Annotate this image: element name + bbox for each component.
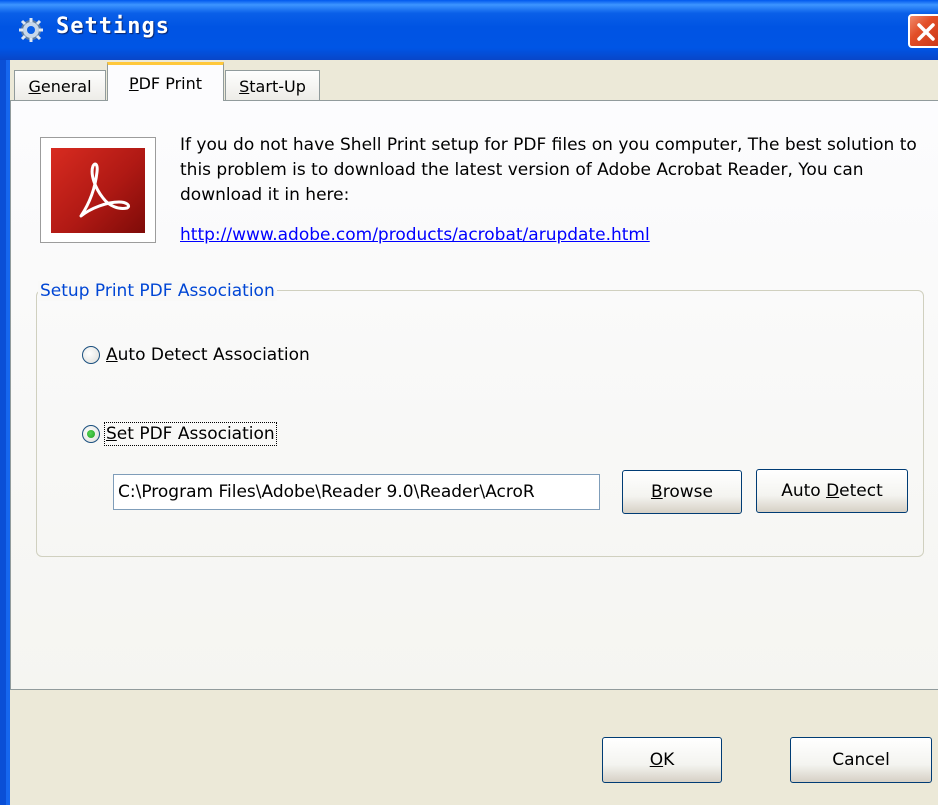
tab-start-up[interactable]: Start-Up: [225, 70, 320, 102]
set-pdf-association-radio[interactable]: Set PDF Association: [82, 422, 277, 446]
auto-detect-button-label: Auto Detect: [781, 481, 883, 501]
radio-button-unchecked[interactable]: [82, 346, 100, 364]
acrobat-swirl-icon: [79, 162, 131, 218]
adobe-download-link[interactable]: http://www.adobe.com/products/acrobat/ar…: [180, 225, 650, 245]
group-label: Setup Print PDF Association: [38, 281, 277, 301]
ok-button[interactable]: OK: [602, 737, 722, 783]
tab-general-label: General: [28, 77, 92, 96]
close-button[interactable]: [908, 14, 938, 48]
browse-button[interactable]: Browse: [622, 470, 742, 514]
intro-text: If you do not have Shell Print setup for…: [180, 135, 917, 205]
settings-app-icon: [19, 18, 43, 42]
auto-detect-association-radio[interactable]: Auto Detect Association: [82, 345, 310, 365]
pdf-logo-frame: [40, 137, 156, 243]
tab-general[interactable]: General: [14, 70, 106, 102]
browse-button-label: Browse: [651, 482, 713, 502]
title-bar[interactable]: Settings: [0, 0, 938, 60]
tab-pdf-print[interactable]: PDF Print: [107, 62, 224, 101]
window-frame: [0, 60, 10, 805]
pdf-reader-path-input[interactable]: [113, 474, 600, 510]
tab-pdf-print-label: PDF Print: [128, 73, 203, 93]
ok-button-label: OK: [649, 750, 675, 770]
auto-detect-association-label: Auto Detect Association: [106, 345, 310, 365]
adobe-pdf-logo: [51, 148, 145, 233]
window-title: Settings: [56, 14, 170, 39]
radio-button-checked[interactable]: [82, 425, 100, 443]
cancel-button-label: Cancel: [832, 750, 890, 770]
set-pdf-association-label: Set PDF Association: [104, 422, 277, 446]
cancel-button[interactable]: Cancel: [790, 737, 932, 783]
auto-detect-button[interactable]: Auto Detect: [756, 469, 908, 513]
tab-start-up-label: Start-Up: [239, 77, 306, 96]
close-icon: [917, 23, 935, 41]
